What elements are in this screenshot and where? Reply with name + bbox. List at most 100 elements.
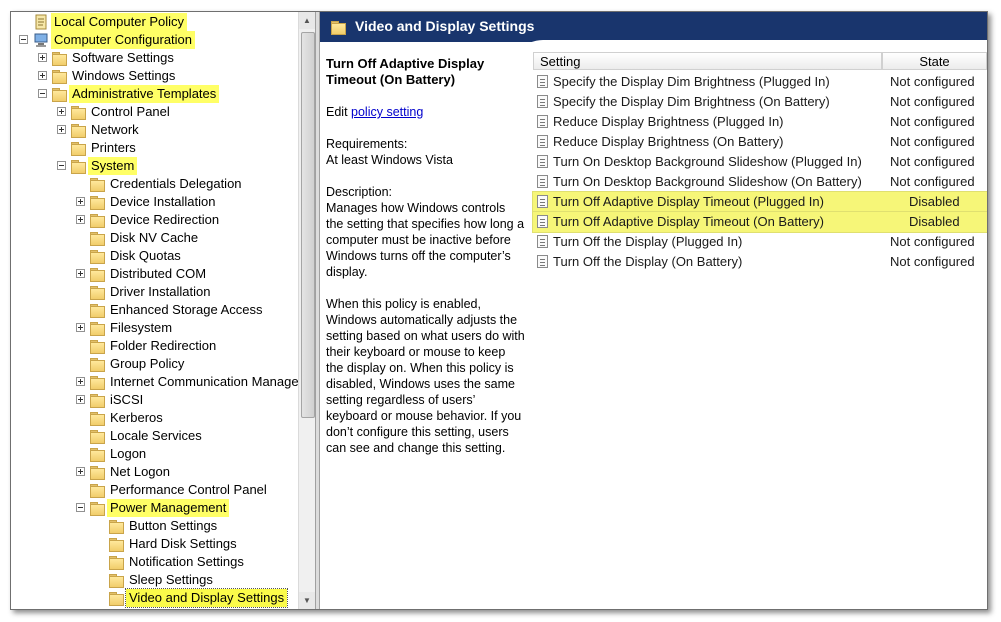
tree-node-label: Group Policy xyxy=(110,356,185,371)
expand-icon[interactable] xyxy=(76,323,85,332)
setting-state: Not configured xyxy=(890,154,975,169)
tree-node-label: Internet Communication Manage xyxy=(110,374,299,389)
table-row[interactable]: Turn Off Adaptive Display Timeout (Plugg… xyxy=(533,192,987,212)
tree-node-label: Network xyxy=(91,122,139,137)
folder-icon xyxy=(51,86,67,102)
folder-icon xyxy=(51,50,67,66)
table-row[interactable]: Turn On Desktop Background Slideshow (On… xyxy=(533,172,987,192)
tree-node-label: Logon xyxy=(110,446,147,461)
folder-icon xyxy=(89,266,105,282)
folder-icon xyxy=(89,212,105,228)
setting-state: Not configured xyxy=(890,74,975,89)
expand-icon[interactable] xyxy=(76,269,85,278)
setting-name: Turn Off the Display (Plugged In) xyxy=(553,234,743,249)
folder-icon xyxy=(89,464,105,480)
folder-icon xyxy=(89,284,105,300)
policy-description: Turn Off Adaptive Display Timeout (On Ba… xyxy=(326,56,526,456)
collapse-icon[interactable] xyxy=(76,503,85,512)
setting-name: Turn Off the Display (On Battery) xyxy=(553,254,743,269)
tree-node-label: Distributed COM xyxy=(110,266,207,281)
scroll-down-arrow-icon[interactable]: ▼ xyxy=(299,592,315,609)
policy-setting-icon xyxy=(537,95,548,108)
tree-node-label: Local Computer Policy xyxy=(51,13,188,31)
collapse-icon[interactable] xyxy=(57,161,66,170)
tree-node-label: Notification Settings xyxy=(129,554,244,569)
policy-setting-icon xyxy=(537,155,548,168)
group-policy-editor-window: Local Computer Policy Computer Configurat… xyxy=(10,11,988,610)
expand-icon[interactable] xyxy=(57,107,66,116)
setting-state: Not configured xyxy=(890,174,975,189)
folder-icon xyxy=(108,572,124,588)
policy-setting-icon xyxy=(537,235,548,248)
folder-icon xyxy=(70,122,86,138)
expand-icon[interactable] xyxy=(76,467,85,476)
column-header-setting[interactable]: Setting xyxy=(533,52,882,70)
policy-tree[interactable]: Local Computer Policy Computer Configurat… xyxy=(11,12,315,609)
table-row[interactable]: Specify the Display Dim Brightness (On B… xyxy=(533,92,987,112)
tree-node-label: Disk NV Cache xyxy=(110,230,199,245)
folder-icon xyxy=(108,536,124,552)
folder-icon xyxy=(51,68,67,84)
tree-scrollbar[interactable]: ▲ ▼ xyxy=(298,12,315,609)
settings-list: Setting State Specify the Display Dim Br… xyxy=(533,52,987,609)
setting-name: Reduce Display Brightness (On Battery) xyxy=(553,134,784,149)
description-paragraph-1: Manages how Windows controls the setting… xyxy=(326,201,525,279)
folder-icon xyxy=(89,374,105,390)
tree-node-label: Video and Display Settings xyxy=(124,588,289,608)
scroll-thumb[interactable] xyxy=(301,32,315,418)
folder-icon xyxy=(89,248,105,264)
edit-line: Edit policy setting xyxy=(326,104,526,120)
table-row[interactable]: Reduce Display Brightness (Plugged In) No… xyxy=(533,112,987,132)
requirements-value: At least Windows Vista xyxy=(326,153,453,167)
folder-icon xyxy=(89,356,105,372)
policy-setting-link[interactable]: policy setting xyxy=(351,105,423,119)
settings-pane: Video and Display Settings Turn Off Adap… xyxy=(320,12,987,609)
policy-setting-icon xyxy=(537,135,548,148)
expand-icon[interactable] xyxy=(76,377,85,386)
folder-icon xyxy=(70,104,86,120)
tree-node-label: Sleep Settings xyxy=(129,572,213,587)
expand-icon[interactable] xyxy=(38,53,47,62)
table-row[interactable]: Reduce Display Brightness (On Battery) No… xyxy=(533,132,987,152)
pane-title: Video and Display Settings xyxy=(355,18,535,34)
policy-setting-icon xyxy=(537,115,548,128)
column-header-state[interactable]: State xyxy=(882,52,987,70)
tree-node-label: Performance Control Panel xyxy=(110,482,267,497)
policy-setting-icon xyxy=(537,195,548,208)
policy-title: Turn Off Adaptive Display Timeout (On Ba… xyxy=(326,56,485,87)
setting-state: Not configured xyxy=(890,234,975,249)
folder-icon xyxy=(89,392,105,408)
folder-icon xyxy=(89,320,105,336)
table-row[interactable]: Specify the Display Dim Brightness (Plug… xyxy=(533,72,987,92)
setting-name: Reduce Display Brightness (Plugged In) xyxy=(553,114,784,129)
folder-icon xyxy=(89,410,105,426)
tree-node-label: Software Settings xyxy=(72,50,174,65)
expand-icon[interactable] xyxy=(76,197,85,206)
folder-icon xyxy=(330,19,346,35)
requirements-label: Requirements: xyxy=(326,137,408,151)
tree-node-label: Hard Disk Settings xyxy=(129,536,237,551)
table-row[interactable]: Turn Off the Display (Plugged In) Not con… xyxy=(533,232,987,252)
collapse-icon[interactable] xyxy=(38,89,47,98)
folder-icon xyxy=(70,158,86,174)
tree-node-label: Enhanced Storage Access xyxy=(110,302,263,317)
setting-state: Not configured xyxy=(890,254,975,269)
scroll-up-arrow-icon[interactable]: ▲ xyxy=(299,12,315,29)
table-row[interactable]: Turn Off Adaptive Display Timeout (On Ba… xyxy=(533,212,987,232)
expand-icon[interactable] xyxy=(76,395,85,404)
folder-icon xyxy=(108,518,124,534)
table-row[interactable]: Turn On Desktop Background Slideshow (Pl… xyxy=(533,152,987,172)
tree-node-label: Power Management xyxy=(107,499,230,517)
policy-setting-icon xyxy=(537,255,548,268)
table-row[interactable]: Turn Off the Display (On Battery) Not con… xyxy=(533,252,987,272)
expand-icon[interactable] xyxy=(57,125,66,134)
folder-icon xyxy=(89,338,105,354)
expand-icon[interactable] xyxy=(38,71,47,80)
setting-name: Turn Off Adaptive Display Timeout (Plugg… xyxy=(553,194,824,209)
description-label: Description: xyxy=(326,185,392,199)
setting-name: Turn On Desktop Background Slideshow (On… xyxy=(553,174,862,189)
collapse-icon[interactable] xyxy=(19,35,28,44)
folder-icon xyxy=(89,194,105,210)
policy-setting-icon xyxy=(537,175,548,188)
expand-icon[interactable] xyxy=(76,215,85,224)
